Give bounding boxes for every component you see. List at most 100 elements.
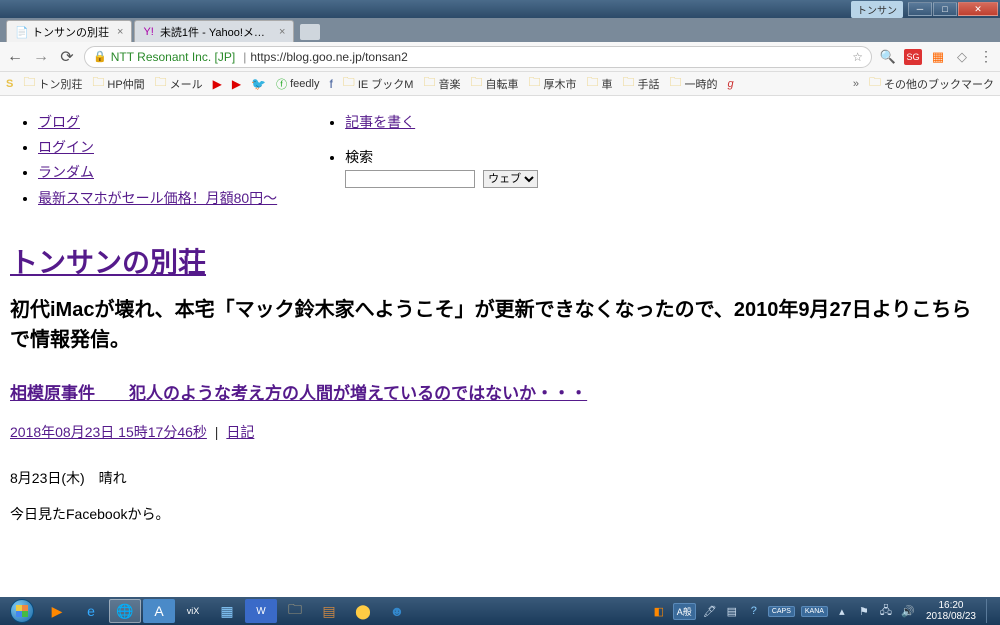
taskbar-app-vix[interactable]: viX bbox=[177, 599, 209, 623]
nav-list-left: ブログ ログイン ランダム 最新スマホがセール価格！月額80円～ bbox=[38, 110, 277, 211]
nav-link-login[interactable]: ログイン bbox=[38, 139, 94, 155]
new-tab-button[interactable] bbox=[300, 24, 320, 40]
bookmark-item[interactable]: 🗀トン別荘 bbox=[23, 73, 82, 94]
browser-toolbar: ← → ⟳ 🔒 NTT Resonant Inc. [JP] | https:/… bbox=[0, 42, 1000, 72]
network-icon[interactable]: 🖧 bbox=[878, 603, 894, 619]
post-meta: 2018年08月23日 15時17分46秒 | 日記 bbox=[10, 422, 990, 442]
extension-icon[interactable]: ◇ bbox=[954, 49, 970, 65]
reload-button[interactable]: ⟳ bbox=[58, 47, 76, 67]
bookmark-item[interactable]: ▶ bbox=[213, 77, 222, 91]
taskbar-app-icon[interactable]: ▤ bbox=[313, 599, 345, 623]
window-titlebar: トンサン ─ □ ✕ bbox=[0, 0, 1000, 18]
folder-icon: 🗀 bbox=[155, 73, 167, 94]
site-title-link[interactable]: トンサンの別荘 bbox=[10, 247, 206, 278]
twitter-icon: 🐦 bbox=[251, 77, 266, 91]
nav-link-promo[interactable]: 最新スマホがセール価格！月額80円～ bbox=[38, 190, 277, 206]
ime-pad-icon[interactable]: ▤ bbox=[724, 603, 740, 619]
forward-button[interactable]: → bbox=[32, 48, 50, 66]
taskbar-app-explorer[interactable]: 🗀 bbox=[279, 599, 311, 623]
goo-icon: g bbox=[728, 78, 734, 90]
tab-close-icon[interactable]: × bbox=[117, 26, 123, 38]
window-minimize-button[interactable]: ─ bbox=[908, 2, 932, 16]
folder-icon: 🗀 bbox=[586, 73, 598, 94]
taskbar-clock[interactable]: 16:20 2018/08/23 bbox=[922, 600, 980, 622]
post-title: 相模原事件 犯人のような考え方の人間が増えているのではないか・・・ bbox=[10, 379, 990, 404]
site-description: 初代iMacが壊れ、本宅「マック鈴木家へようこそ」が更新できなくなったので、20… bbox=[10, 295, 990, 355]
window-maximize-button[interactable]: □ bbox=[933, 2, 957, 16]
taskbar-app-icon[interactable]: A bbox=[143, 599, 175, 623]
tab-label: トンサンの別荘 bbox=[32, 24, 109, 40]
ime-help-icon[interactable]: ? bbox=[746, 603, 762, 619]
bookmark-item[interactable]: ▶ bbox=[232, 77, 241, 91]
tray-icon[interactable]: ◧ bbox=[651, 603, 667, 619]
extension-icon[interactable]: SG bbox=[904, 49, 922, 65]
ime-mode-indicator[interactable]: A般 bbox=[673, 603, 696, 620]
nav-link-write[interactable]: 記事を書く bbox=[345, 114, 415, 130]
windows-orb-icon bbox=[10, 599, 34, 623]
ime-kana-indicator[interactable]: KANA bbox=[801, 606, 828, 617]
yahoo-favicon-icon: Y! bbox=[143, 26, 155, 38]
ime-caps-indicator[interactable]: CAPS bbox=[768, 606, 795, 617]
post-line: 今日見たFacebookから。 bbox=[10, 496, 990, 532]
taskbar-app-mediaplayer[interactable]: ▶ bbox=[41, 599, 73, 623]
start-button[interactable] bbox=[4, 597, 40, 625]
browser-tab-active[interactable]: 📄 トンサンの別荘 × bbox=[6, 20, 132, 42]
search-label: 検索 bbox=[345, 149, 373, 165]
search-scope-select[interactable]: ウェブ bbox=[483, 170, 538, 188]
bookmark-item[interactable]: 🐦 bbox=[251, 77, 266, 91]
ime-tool-icon[interactable]: 🖊 bbox=[702, 603, 718, 619]
taskbar-app-icon[interactable]: ☻ bbox=[381, 599, 413, 623]
nav-link-blog[interactable]: ブログ bbox=[38, 114, 80, 130]
other-bookmarks-button[interactable]: 🗀その他のブックマーク bbox=[869, 73, 994, 94]
bookmark-item[interactable]: 🗀厚木市 bbox=[528, 73, 576, 94]
bookmarks-overflow-button[interactable]: » bbox=[853, 78, 859, 90]
toolbar-extensions: 🔍 SG ▦ ◇ ⋮ bbox=[880, 49, 994, 65]
taskbar-app-ie[interactable]: e bbox=[75, 599, 107, 623]
action-center-icon[interactable]: ⚑ bbox=[856, 603, 872, 619]
browser-menu-button[interactable]: ⋮ bbox=[978, 49, 994, 65]
tab-close-icon[interactable]: × bbox=[279, 26, 285, 38]
zoom-icon[interactable]: 🔍 bbox=[880, 49, 896, 65]
nav-link-random[interactable]: ランダム bbox=[38, 164, 94, 180]
folder-icon: 🗀 bbox=[869, 73, 881, 94]
post-title-link[interactable]: 相模原事件 犯人のような考え方の人間が増えているのではないか・・・ bbox=[10, 384, 587, 403]
nav-list-right: 記事を書く 検索 ウェブ bbox=[345, 110, 538, 211]
bookmark-item[interactable]: ⓕfeedly bbox=[276, 76, 319, 92]
address-bar[interactable]: 🔒 NTT Resonant Inc. [JP] | https://blog.… bbox=[84, 46, 872, 68]
post-body: 8月23日(木) 晴れ 今日見たFacebookから。 bbox=[10, 460, 990, 533]
volume-icon[interactable]: 🔊 bbox=[900, 603, 916, 619]
bookmark-item[interactable]: 🗀車 bbox=[586, 73, 612, 94]
browser-tab-inactive[interactable]: Y! 未読1件 - Yahoo!メール × bbox=[134, 20, 294, 42]
folder-icon: 🗀 bbox=[423, 73, 435, 94]
taskbar-app-icon[interactable]: ⬤ bbox=[347, 599, 379, 623]
taskbar-app-word[interactable]: W bbox=[245, 599, 277, 623]
bookmark-item[interactable]: 🗀自転車 bbox=[470, 73, 518, 94]
bookmark-item[interactable]: 🗀HP仲間 bbox=[92, 73, 144, 94]
post-line: 8月23日(木) 晴れ bbox=[10, 460, 990, 496]
back-button[interactable]: ← bbox=[6, 48, 24, 66]
bookmark-item[interactable]: 🗀IE ブックM bbox=[343, 73, 414, 94]
bookmark-item[interactable]: 🗀音楽 bbox=[423, 73, 460, 94]
post-category-link[interactable]: 日記 bbox=[226, 424, 254, 440]
folder-icon: 🗀 bbox=[92, 73, 104, 94]
bookmark-item[interactable]: S bbox=[6, 78, 13, 90]
post-date-link[interactable]: 2018年08月23日 15時17分46秒 bbox=[10, 424, 207, 440]
system-tray: ◧ A般 🖊 ▤ ? CAPS KANA ▴ ⚑ 🖧 🔊 16:20 2018/… bbox=[651, 599, 996, 623]
show-desktop-button[interactable] bbox=[986, 599, 994, 623]
taskbar-app-icon[interactable]: ▦ bbox=[211, 599, 243, 623]
rss-icon[interactable]: ▦ bbox=[930, 49, 946, 65]
bookmark-item[interactable]: f bbox=[329, 77, 332, 91]
search-input[interactable] bbox=[345, 170, 475, 188]
ev-cert-org: NTT Resonant Inc. [JP] bbox=[111, 50, 236, 64]
window-close-button[interactable]: ✕ bbox=[958, 2, 998, 16]
bookmark-item[interactable]: g bbox=[728, 78, 734, 90]
bookmark-item[interactable]: 🗀一時的 bbox=[670, 73, 718, 94]
blog-header-nav: ブログ ログイン ランダム 最新スマホがセール価格！月額80円～ 記事を書く 検… bbox=[10, 110, 990, 211]
bookmark-item[interactable]: 🗀メール bbox=[155, 73, 203, 94]
tray-chevron-icon[interactable]: ▴ bbox=[834, 603, 850, 619]
taskbar-app-chrome[interactable]: 🌐 bbox=[109, 599, 141, 623]
url-text: https://blog.goo.ne.jp/tonsan2 bbox=[250, 50, 407, 64]
bookmark-star-icon[interactable]: ☆ bbox=[852, 50, 863, 64]
folder-icon: 🗀 bbox=[343, 73, 355, 94]
bookmark-item[interactable]: 🗀手話 bbox=[623, 73, 660, 94]
